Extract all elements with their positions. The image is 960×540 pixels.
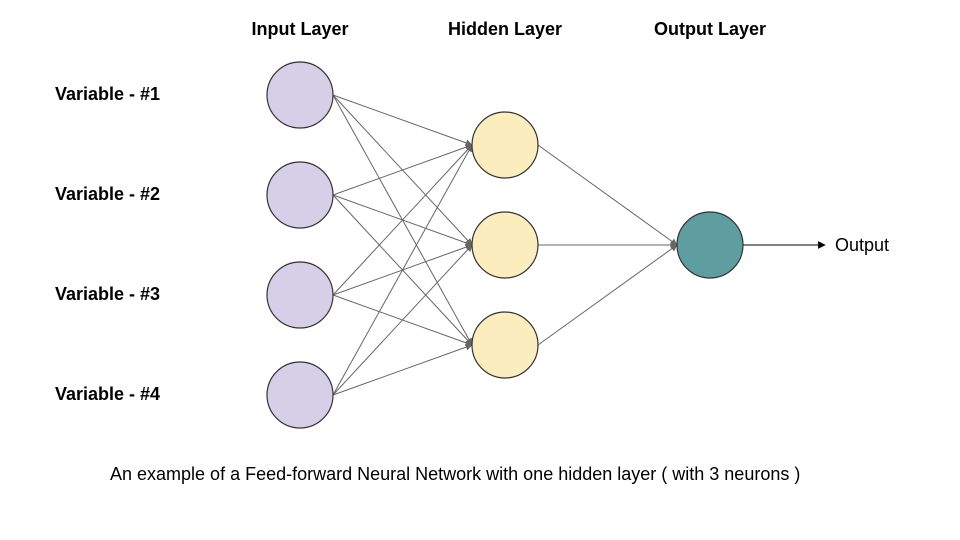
input-layer-nodes — [267, 62, 333, 428]
variable-3-label: Variable - #3 — [55, 284, 160, 304]
input-node-1 — [267, 62, 333, 128]
hidden-node-3 — [472, 312, 538, 378]
output-layer-label: Output Layer — [654, 19, 766, 39]
input-node-4 — [267, 362, 333, 428]
hidden-layer-label: Hidden Layer — [448, 19, 562, 39]
input-node-3 — [267, 262, 333, 328]
hidden-node-2 — [472, 212, 538, 278]
diagram-caption: An example of a Feed-forward Neural Netw… — [110, 464, 800, 484]
variable-1-label: Variable - #1 — [55, 84, 160, 104]
input-node-2 — [267, 162, 333, 228]
output-label: Output — [835, 235, 889, 255]
output-layer-nodes — [677, 212, 743, 278]
hidden-layer-nodes — [472, 112, 538, 378]
variable-4-label: Variable - #4 — [55, 384, 160, 404]
neural-network-diagram: Input Layer Hidden Layer Output Layer Va… — [0, 0, 960, 540]
hidden-node-1 — [472, 112, 538, 178]
output-node-1 — [677, 212, 743, 278]
variable-2-label: Variable - #2 — [55, 184, 160, 204]
input-layer-label: Input Layer — [251, 19, 348, 39]
edges-hidden-output — [538, 145, 677, 345]
edges-input-hidden — [333, 95, 472, 395]
